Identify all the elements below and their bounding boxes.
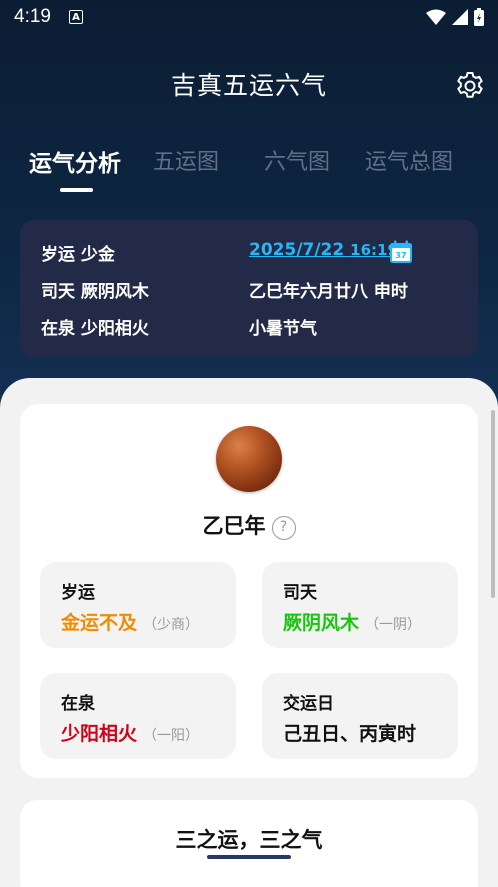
date-text: 2025/7/22 [249,240,345,260]
calendar-day-text: 37 [395,251,406,260]
tile-value-sub: （一阳） [143,728,200,744]
tile-label: 在泉 [61,694,95,714]
tile-value-main: 己丑日、丙寅时 [283,723,417,745]
year-title: 乙巳年? [20,510,478,540]
signal-icon [452,9,468,25]
solar-term-text: 小暑节气 [249,319,317,339]
year-text: 乙巳年 [202,514,266,538]
tile-label: 岁运 [61,583,95,603]
info-card: 岁运 少金 司天 厥阴风木 在泉 少阳相火 2025/7/22 16:19 37… [20,220,478,357]
tile-suiyun: 岁运 金运不及 （少商） [40,562,236,648]
calendar-icon[interactable]: 37 [389,240,413,264]
planet-image [216,426,282,492]
zaiquan-text: 在泉 少阳相火 [41,319,149,339]
tab-analysis[interactable]: 运气分析 [29,144,121,178]
tile-value: 厥阴风木 （一阴） [283,608,421,635]
year-card: 乙巳年? 岁运 金运不及 （少商） 司天 厥阴风木 （一阴） 在泉 少阳相火 （一阳）… [20,404,478,778]
tab-bar: 运气分析 五运图 六气图 运气总图 [0,140,498,192]
period-title: 三之运，三之气 [175,828,323,852]
tile-jiaoyunri: 交运日 己丑日、丙寅时 [262,673,458,759]
settings-button[interactable] [454,70,486,102]
tile-value: 少阳相火 （一阳） [61,719,199,746]
tab-five-movements[interactable]: 五运图 [153,144,219,176]
tile-sitian: 司天 厥阴风木 （一阴） [262,562,458,648]
lunar-date-text: 乙巳年六月廿八 申时 [249,282,408,302]
help-icon[interactable]: ? [271,516,296,540]
tile-label: 司天 [283,583,317,603]
sitian-text: 司天 厥阴风木 [41,282,149,302]
tile-zaiquan: 在泉 少阳相火 （一阳） [40,673,236,759]
app-title: 吉真五运六气 [170,71,327,100]
scrollbar[interactable] [491,410,495,598]
tile-value-main: 少阳相火 [61,723,138,745]
period-card: 三之运，三之气 [20,800,478,887]
tile-value-sub: （少商） [143,617,200,633]
tile-value: 金运不及 （少商） [61,608,199,635]
tile-value: 己丑日、丙寅时 [283,719,416,746]
tile-value-sub: （一阴） [365,617,422,633]
tile-value-main: 厥阴风木 [283,612,360,634]
suiyun-text: 岁运 少金 [41,245,115,265]
accessibility-notification-icon: A [68,10,83,24]
status-time: 4:19 [14,6,51,27]
wifi-icon [426,9,446,25]
tile-value-main: 金运不及 [61,612,138,634]
date-picker[interactable]: 2025/7/22 16:19 [249,240,398,260]
period-title-underline [207,855,291,859]
battery-icon [474,8,484,26]
status-bar: 4:19 A [0,0,498,34]
tab-indicator [60,188,93,192]
gear-icon [457,72,483,98]
tab-six-qi[interactable]: 六气图 [264,144,330,176]
tab-overview[interactable]: 运气总图 [365,144,453,176]
status-icons [426,8,484,26]
tile-label: 交运日 [283,694,334,714]
